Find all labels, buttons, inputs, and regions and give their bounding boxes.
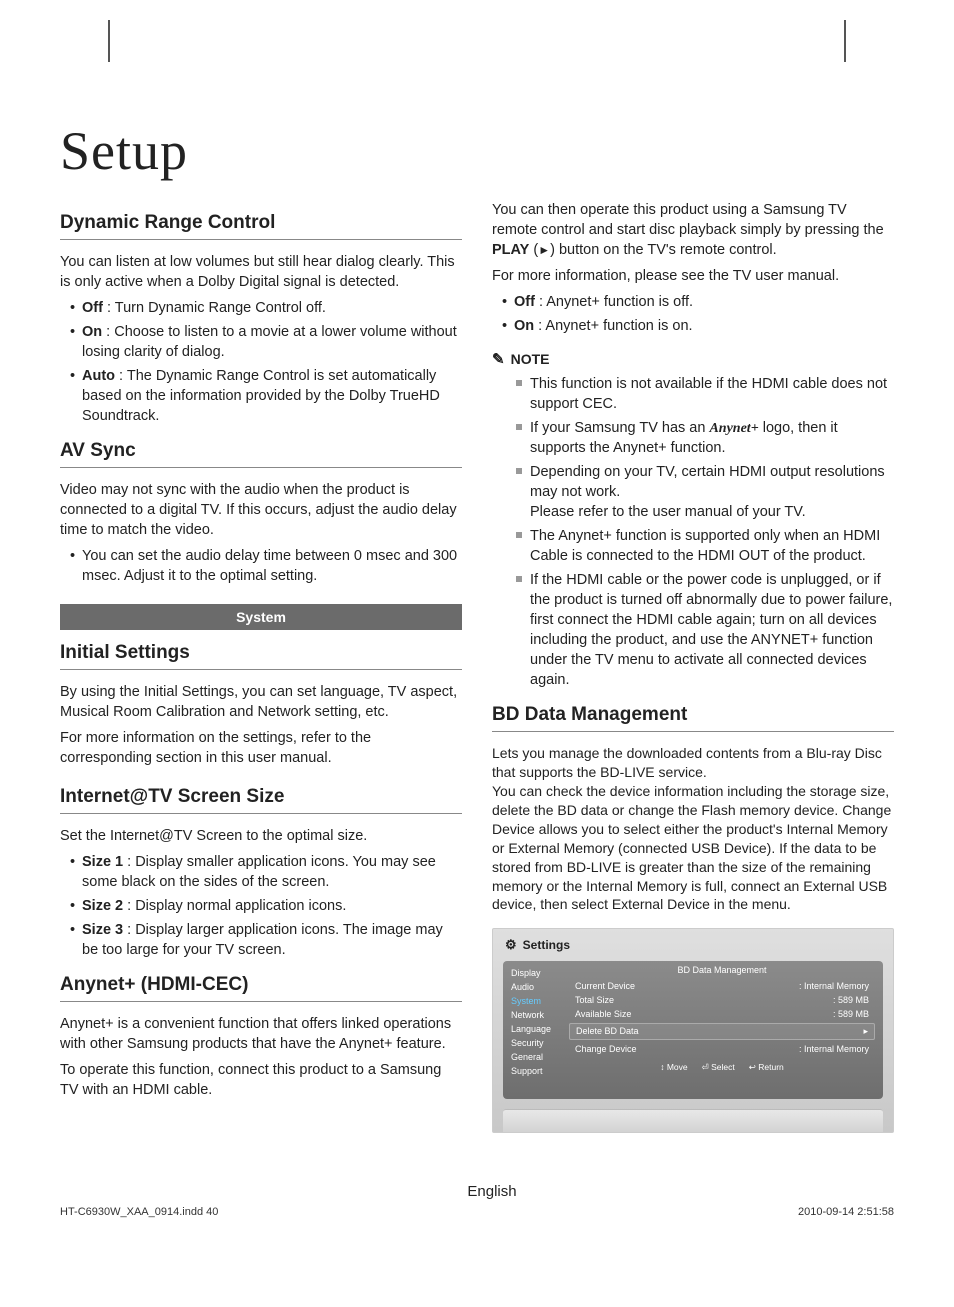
panel-row: Total Size: 589 MB xyxy=(569,993,875,1007)
list-itv: Size 1 : Display smaller application ico… xyxy=(60,852,462,960)
list-item: Depending on your TV, certain HDMI outpu… xyxy=(516,462,894,522)
menu-item-general: General xyxy=(511,1051,565,1065)
panel-title: BD Data Management xyxy=(569,965,875,975)
menu-item-security: Security xyxy=(511,1037,565,1051)
two-column-layout: Dynamic Range Control You can listen at … xyxy=(60,200,894,1133)
play-icon: ► xyxy=(538,243,550,257)
menu-item-display: Display xyxy=(511,967,565,981)
note-icon: ✎ xyxy=(492,350,505,368)
settings-body: Display Audio System Network Language Se… xyxy=(503,961,883,1099)
list-item: On : Choose to listen to a movie at a lo… xyxy=(70,322,462,362)
list-item: Off : Turn Dynamic Range Control off. xyxy=(70,298,462,318)
page: Setup Dynamic Range Control You can list… xyxy=(0,0,954,1240)
menu-item-support: Support xyxy=(511,1065,565,1079)
crop-marks xyxy=(60,20,894,70)
heading-initial-settings: Initial Settings xyxy=(60,642,462,670)
settings-header: ⚙ Settings xyxy=(493,929,893,961)
menu-item-system: System xyxy=(511,995,565,1009)
hint-select: ⏎ Select xyxy=(702,1062,735,1073)
menu-item-network: Network xyxy=(511,1009,565,1023)
settings-menu: Display Audio System Network Language Se… xyxy=(503,961,565,1099)
list-drc: Off : Turn Dynamic Range Control off. On… xyxy=(60,298,462,426)
settings-screenshot: ⚙ Settings Display Audio System Network … xyxy=(492,928,894,1133)
chevron-right-icon: ▸ xyxy=(863,1026,868,1037)
heading-bd-data: BD Data Management xyxy=(492,704,894,732)
settings-bottom-bar xyxy=(503,1109,883,1133)
page-title: Setup xyxy=(60,120,894,182)
paragraph: You can then operate this product using … xyxy=(492,200,894,260)
note-list: This function is not available if the HD… xyxy=(492,374,894,690)
paragraph: By using the Initial Settings, you can s… xyxy=(60,682,462,722)
paragraph: Anynet+ is a convenient function that of… xyxy=(60,1014,462,1054)
page-language-footer: English xyxy=(90,1183,894,1200)
paragraph: Set the Internet@TV Screen to the optima… xyxy=(60,826,462,846)
print-footer: HT-C6930W_XAA_0914.indd 40 2010-09-14 2:… xyxy=(60,1206,894,1218)
list-item: Auto : The Dynamic Range Control is set … xyxy=(70,366,462,426)
menu-item-audio: Audio xyxy=(511,981,565,995)
note-heading: ✎ NOTE xyxy=(492,350,894,368)
list-item: This function is not available if the HD… xyxy=(516,374,894,414)
hint-move: ↕ Move xyxy=(660,1062,687,1073)
list-item: Size 3 : Display larger application icon… xyxy=(70,920,462,960)
heading-anynet: Anynet+ (HDMI-CEC) xyxy=(60,974,462,1002)
settings-panel: BD Data Management Current Device: Inter… xyxy=(565,961,883,1099)
hint-return: ↩ Return xyxy=(749,1062,784,1073)
paragraph: Video may not sync with the audio when t… xyxy=(60,480,462,540)
list-item: If your Samsung TV has an Anynet+ logo, … xyxy=(516,418,894,458)
left-column: Dynamic Range Control You can listen at … xyxy=(60,200,462,1133)
menu-item-language: Language xyxy=(511,1023,565,1037)
footer-filename: HT-C6930W_XAA_0914.indd 40 xyxy=(60,1206,218,1218)
paragraph: For more information on the settings, re… xyxy=(60,728,462,768)
heading-drc: Dynamic Range Control xyxy=(60,212,462,240)
anynet-logo: Anynet+ xyxy=(709,421,758,436)
updown-icon: ↕ xyxy=(660,1062,664,1072)
panel-row-delete: Delete BD Data▸ xyxy=(569,1023,875,1040)
gear-icon: ⚙ xyxy=(505,937,517,953)
panel-row: Available Size: 589 MB xyxy=(569,1007,875,1021)
enter-icon: ⏎ xyxy=(702,1062,709,1072)
paragraph: For more information, please see the TV … xyxy=(492,266,894,286)
footer-timestamp: 2010-09-14 2:51:58 xyxy=(798,1206,894,1218)
heading-internet-tv: Internet@TV Screen Size xyxy=(60,786,462,814)
panel-footer: ↕ Move ⏎ Select ↩ Return xyxy=(569,1062,875,1073)
list-item: On : Anynet+ function is on. xyxy=(502,316,894,336)
paragraph: Lets you manage the downloaded contents … xyxy=(492,744,894,914)
right-column: You can then operate this product using … xyxy=(492,200,894,1133)
return-icon: ↩ xyxy=(749,1062,756,1072)
list-item: Off : Anynet+ function is off. xyxy=(502,292,894,312)
list-item: Size 2 : Display normal application icon… xyxy=(70,896,462,916)
panel-row: Change Device: Internal Memory xyxy=(569,1042,875,1056)
heading-av-sync: AV Sync xyxy=(60,440,462,468)
list-item: You can set the audio delay time between… xyxy=(70,546,462,586)
section-bar-system: System xyxy=(60,604,462,630)
list-anynet-onoff: Off : Anynet+ function is off. On : Anyn… xyxy=(492,292,894,336)
list-item: Size 1 : Display smaller application ico… xyxy=(70,852,462,892)
list-av: You can set the audio delay time between… xyxy=(60,546,462,586)
list-item: The Anynet+ function is supported only w… xyxy=(516,526,894,566)
panel-row: Current Device: Internal Memory xyxy=(569,979,875,993)
paragraph: To operate this function, connect this p… xyxy=(60,1060,462,1100)
paragraph: You can listen at low volumes but still … xyxy=(60,252,462,292)
list-item: If the HDMI cable or the power code is u… xyxy=(516,570,894,690)
